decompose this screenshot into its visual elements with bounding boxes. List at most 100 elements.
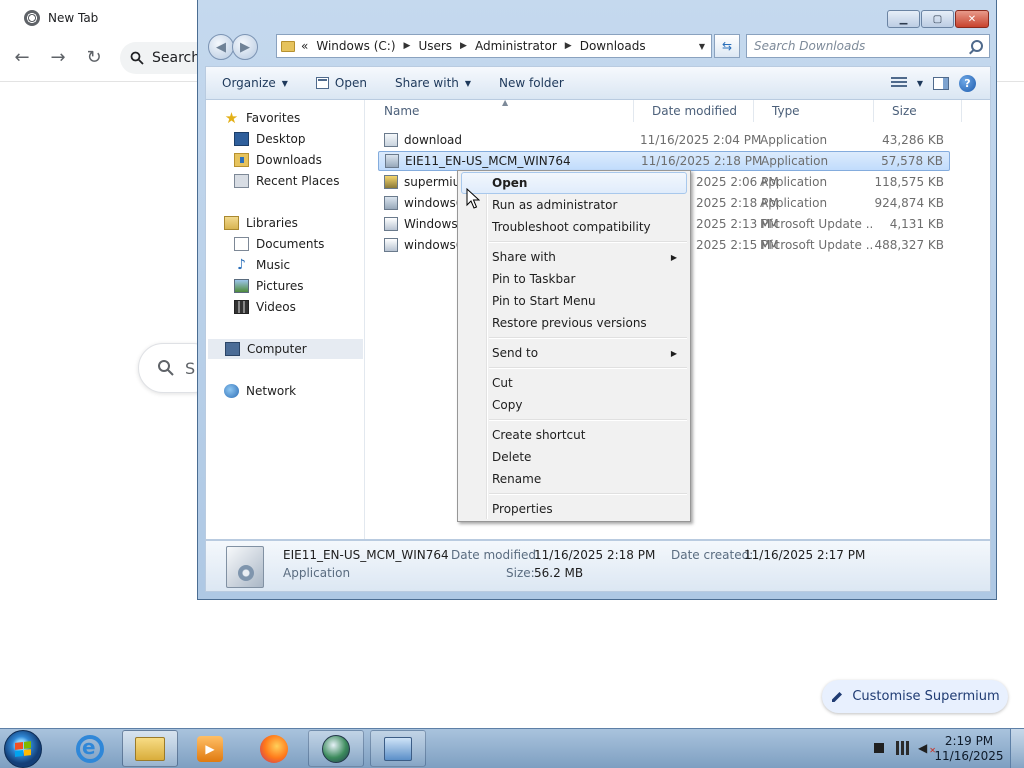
nav-favorites[interactable]: ★ Favorites bbox=[224, 108, 300, 128]
browser-tab[interactable]: New Tab bbox=[10, 4, 98, 32]
menu-cut-label: Cut bbox=[492, 376, 513, 390]
menu-separator bbox=[489, 241, 687, 243]
maximize-button[interactable]: ▢ bbox=[921, 10, 954, 28]
customise-supermium-button[interactable]: Customise Supermium bbox=[822, 680, 1008, 713]
action-center-flag-icon[interactable] bbox=[874, 743, 888, 753]
column-header-date[interactable]: Date modified bbox=[634, 100, 754, 122]
preview-pane-icon[interactable] bbox=[933, 76, 949, 90]
nav-documents[interactable]: Documents bbox=[234, 234, 324, 254]
network-status-icon[interactable] bbox=[896, 741, 910, 755]
nav-recent-places[interactable]: Recent Places bbox=[234, 171, 339, 191]
crumb-drive[interactable]: Windows (C:) bbox=[316, 39, 395, 53]
refresh-button[interactable]: ⇆ bbox=[714, 34, 740, 58]
nav-libraries[interactable]: Libraries bbox=[224, 213, 298, 233]
column-date-label: Date modified bbox=[652, 104, 738, 118]
open-icon bbox=[315, 77, 329, 89]
crumb-administrator[interactable]: Administrator bbox=[475, 39, 557, 53]
menu-open-label: Open bbox=[492, 176, 528, 190]
nav-videos[interactable]: Videos bbox=[234, 297, 296, 317]
application-large-icon bbox=[226, 546, 264, 588]
menu-item-cut[interactable]: Cut bbox=[461, 372, 687, 394]
file-row[interactable]: download 11/16/2025 2:04 PM Application … bbox=[378, 130, 950, 150]
menu-item-create-shortcut[interactable]: Create shortcut bbox=[461, 424, 687, 446]
folder-icon bbox=[281, 40, 295, 52]
change-view-icon[interactable] bbox=[890, 77, 907, 89]
back-arrow-icon[interactable]: ← bbox=[12, 48, 32, 68]
open-button[interactable]: Open bbox=[302, 67, 381, 99]
taskbar-ie-button[interactable] bbox=[62, 730, 118, 767]
new-folder-button[interactable]: New folder bbox=[485, 67, 578, 99]
menu-item-rename[interactable]: Rename bbox=[461, 468, 687, 490]
share-with-button[interactable]: Share with ▼ bbox=[381, 67, 485, 99]
file-type: Application bbox=[760, 133, 828, 147]
menu-item-delete[interactable]: Delete bbox=[461, 446, 687, 468]
application-file-icon bbox=[384, 133, 398, 147]
menu-item-run-as-admin[interactable]: Run as administrator bbox=[461, 194, 687, 216]
pencil-icon bbox=[832, 691, 843, 702]
help-icon[interactable]: ? bbox=[959, 74, 976, 92]
nav-pictures[interactable]: Pictures bbox=[234, 276, 304, 296]
search-input[interactable]: Search Downloads bbox=[746, 34, 990, 58]
nav-computer[interactable]: Computer bbox=[208, 339, 363, 359]
address-bar[interactable]: « Windows (C:) ▶ Users ▶ Administrator ▶… bbox=[276, 34, 712, 58]
nav-music[interactable]: ♪ Music bbox=[234, 255, 290, 275]
forward-arrow-icon[interactable]: → bbox=[48, 48, 68, 68]
taskbar-clock[interactable]: 2:19 PM 11/16/2025 bbox=[934, 734, 1004, 764]
volume-muted-icon[interactable]: ◀ bbox=[918, 741, 936, 758]
close-button[interactable]: ✕ bbox=[955, 10, 989, 28]
back-arrow-icon: ◀ bbox=[216, 39, 226, 55]
file-type: Microsoft Update ... bbox=[760, 238, 872, 252]
show-desktop-button[interactable] bbox=[1010, 729, 1024, 768]
reload-icon[interactable]: ↻ bbox=[84, 48, 104, 68]
menu-item-troubleshoot[interactable]: Troubleshoot compatibility bbox=[461, 216, 687, 238]
chevron-down-icon[interactable]: ▼ bbox=[693, 42, 711, 51]
music-note-icon: ♪ bbox=[237, 257, 246, 273]
chevron-right-icon[interactable]: ▶ bbox=[460, 41, 467, 51]
start-button[interactable] bbox=[4, 730, 42, 768]
column-header-size[interactable]: Size bbox=[874, 100, 962, 122]
menu-item-send-to[interactable]: Send to ▶ bbox=[461, 342, 687, 364]
taskbar-firefox-button[interactable] bbox=[246, 730, 302, 767]
nav-downloads[interactable]: Downloads bbox=[234, 150, 322, 170]
chevron-right-icon[interactable]: ▶ bbox=[404, 41, 411, 51]
forward-button[interactable]: ▶ bbox=[232, 34, 258, 60]
menu-item-share-with[interactable]: Share with ▶ bbox=[461, 246, 687, 268]
back-button[interactable]: ◀ bbox=[208, 34, 234, 60]
omnibox-text: Search bbox=[152, 50, 201, 66]
minimize-button[interactable]: ▁ bbox=[887, 10, 920, 28]
column-header-type[interactable]: Type bbox=[754, 100, 874, 122]
organize-button[interactable]: Organize ▼ bbox=[206, 67, 302, 99]
installer-file-icon bbox=[384, 175, 398, 189]
menu-properties-label: Properties bbox=[492, 502, 553, 516]
nav-network[interactable]: Network bbox=[224, 381, 296, 401]
file-name-text: windows6 bbox=[404, 196, 464, 210]
menu-item-open[interactable]: Open bbox=[461, 172, 687, 194]
menu-item-restore[interactable]: Restore previous versions bbox=[461, 312, 687, 334]
menu-separator bbox=[489, 367, 687, 369]
menu-restore-label: Restore previous versions bbox=[492, 316, 647, 330]
taskbar-media-player-button[interactable]: ▶ bbox=[182, 730, 238, 767]
crumb-downloads[interactable]: Downloads bbox=[580, 39, 646, 53]
menu-item-pin-taskbar[interactable]: Pin to Taskbar bbox=[461, 268, 687, 290]
chevron-right-icon[interactable]: ▶ bbox=[565, 41, 572, 51]
nav-desktop[interactable]: Desktop bbox=[234, 129, 306, 149]
menu-item-pin-start[interactable]: Pin to Start Menu bbox=[461, 290, 687, 312]
nav-network-label: Network bbox=[246, 384, 297, 398]
open-label: Open bbox=[334, 76, 367, 90]
window-controls: ▁ ▢ ✕ bbox=[887, 10, 989, 28]
taskbar-control-panel-button[interactable] bbox=[370, 730, 426, 767]
column-header-name[interactable]: Name ▲ bbox=[366, 98, 634, 122]
chevron-down-icon[interactable]: ▼ bbox=[917, 79, 923, 88]
file-size: 43,286 KB bbox=[882, 133, 944, 147]
nav-favorites-label: Favorites bbox=[246, 111, 301, 125]
nav-recent-places-label: Recent Places bbox=[256, 174, 340, 188]
menu-item-copy[interactable]: Copy bbox=[461, 394, 687, 416]
taskbar-explorer-button[interactable] bbox=[122, 730, 178, 767]
menu-create-shortcut-label: Create shortcut bbox=[492, 428, 586, 442]
crumb-users[interactable]: Users bbox=[418, 39, 452, 53]
file-row-selected[interactable]: EIE11_EN-US_MCM_WIN764 11/16/2025 2:18 P… bbox=[378, 151, 950, 171]
taskbar-browser-button[interactable] bbox=[308, 730, 364, 767]
search-icon bbox=[130, 51, 144, 65]
menu-item-properties[interactable]: Properties bbox=[461, 498, 687, 520]
address-overflow[interactable]: « bbox=[301, 39, 308, 53]
